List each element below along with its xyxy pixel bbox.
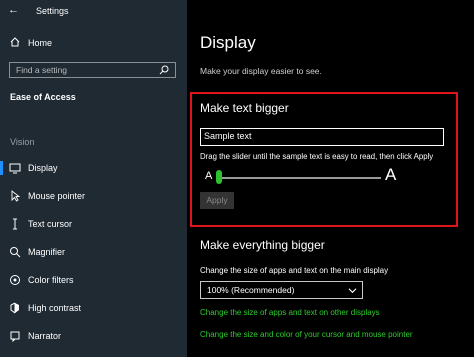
magnifier-icon xyxy=(10,247,21,258)
back-arrow-icon[interactable]: ← xyxy=(8,4,19,16)
large-a-label: A xyxy=(385,165,397,184)
other-displays-link[interactable]: Change the size of apps and text on othe… xyxy=(200,308,380,317)
text-cursor-icon xyxy=(13,218,17,230)
cursor-pointer-link[interactable]: Change the size and color of your cursor… xyxy=(200,330,413,339)
slider-instruction: Drag the slider until the sample text is… xyxy=(200,152,434,161)
sidebar-item-label: Narrator xyxy=(28,331,62,341)
text-size-slider-thumb[interactable] xyxy=(216,170,222,184)
search-placeholder: Find a setting xyxy=(16,65,68,75)
sample-text: Sample text xyxy=(204,131,252,141)
sidebar-item-high-contrast[interactable]: High contrast xyxy=(0,297,187,319)
sidebar-item-display[interactable]: Display xyxy=(0,157,187,179)
narrator-icon xyxy=(10,331,20,342)
title-bar: ← Settings xyxy=(0,0,187,22)
search-input[interactable]: Find a setting xyxy=(9,62,176,78)
sidebar-item-label: Display xyxy=(28,163,58,173)
page-title: Display xyxy=(200,33,256,52)
color-filters-icon xyxy=(10,275,20,285)
make-everything-bigger-title: Make everything bigger xyxy=(200,238,325,252)
text-size-slider-track[interactable] xyxy=(218,177,381,179)
make-text-bigger-title: Make text bigger xyxy=(200,101,289,115)
sidebar-item-color-filters[interactable]: Color filters xyxy=(0,269,187,291)
sidebar-item-mouse-pointer[interactable]: Mouse pointer xyxy=(0,185,187,207)
apply-button[interactable]: Apply xyxy=(200,192,234,209)
sidebar-item-label: Color filters xyxy=(28,275,74,285)
sidebar-item-label: High contrast xyxy=(28,303,82,313)
sidebar-item-label: Mouse pointer xyxy=(28,191,86,201)
small-a-label: A xyxy=(205,170,213,182)
display-icon xyxy=(9,163,21,174)
scale-description: Change the size of apps and text on the … xyxy=(200,266,389,275)
app-title: Settings xyxy=(36,6,69,16)
mouse-pointer-icon xyxy=(11,190,21,202)
sidebar: ← Settings Home Find a setting Ease of A… xyxy=(0,0,187,357)
sidebar-item-label: Text cursor xyxy=(28,219,73,229)
sidebar-item-home[interactable]: Home xyxy=(0,32,187,54)
group-label: Vision xyxy=(10,137,35,147)
section-title: Ease of Access xyxy=(10,92,76,102)
page-subtitle: Make your display easier to see. xyxy=(200,66,322,76)
sidebar-item-label: Home xyxy=(28,38,53,48)
search-icon[interactable] xyxy=(159,65,169,75)
home-icon xyxy=(10,37,20,47)
sidebar-item-magnifier[interactable]: Magnifier xyxy=(0,241,187,263)
dropdown-value: 100% (Recommended) xyxy=(207,285,295,295)
sidebar-item-label: Magnifier xyxy=(28,247,66,257)
high-contrast-icon xyxy=(10,302,19,314)
chevron-down-icon xyxy=(348,288,357,294)
sidebar-item-text-cursor[interactable]: Text cursor xyxy=(0,213,187,235)
scale-dropdown[interactable]: 100% (Recommended) xyxy=(200,281,363,299)
sample-text-box: Sample text xyxy=(200,128,444,146)
sidebar-item-narrator[interactable]: Narrator xyxy=(0,325,187,347)
